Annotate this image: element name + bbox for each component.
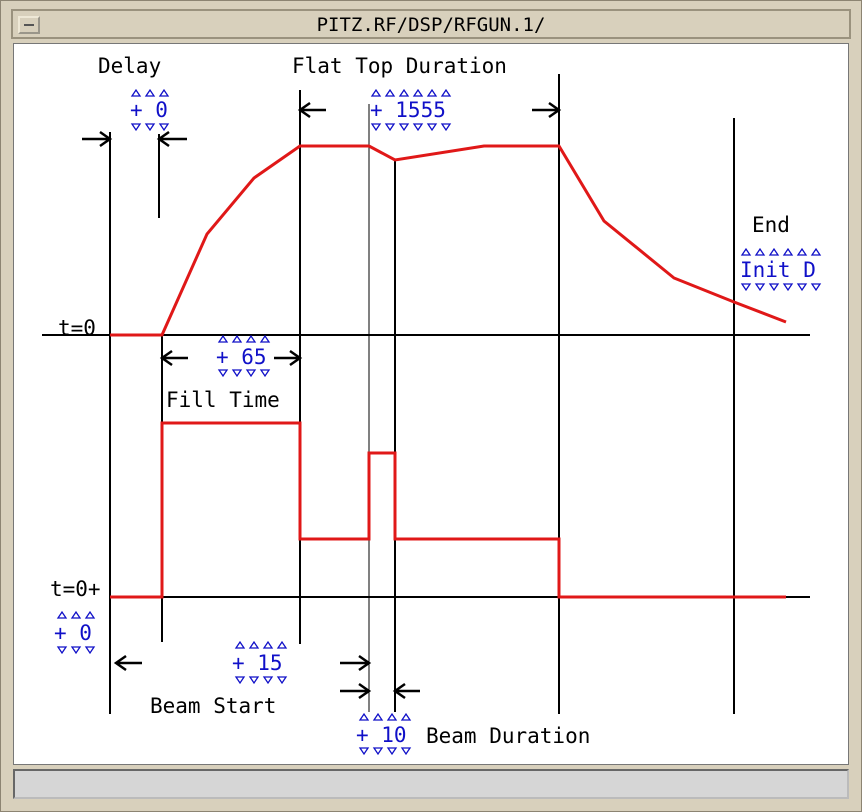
decrement-arrows-icon[interactable]: [130, 123, 170, 132]
t0-plus-value[interactable]: + 0: [54, 621, 92, 645]
decrement-arrows-icon[interactable]: [740, 283, 822, 292]
beam-duration-start-arrow-icon: [340, 682, 372, 700]
beam-duration-end-arrow-icon: [392, 682, 420, 700]
increment-arrows-icon[interactable]: [56, 610, 96, 619]
increment-arrows-icon[interactable]: [217, 334, 271, 343]
flat-top-duration-label: Flat Top Duration: [292, 54, 507, 78]
beam-duration-value[interactable]: + 10: [356, 723, 407, 747]
t0-label: t=0: [58, 316, 96, 340]
beam-start-control[interactable]: + 15: [232, 640, 288, 685]
beam-duration-control[interactable]: + 10: [356, 712, 412, 756]
status-bar: [13, 769, 849, 799]
fill-time-start-arrow-icon: [159, 349, 188, 367]
timing-diagram-canvas: Delay Flat Top Duration End t=0 t=0+ Fil…: [13, 43, 849, 765]
title-bar[interactable]: PITZ.RF/DSP/RFGUN.1/: [11, 9, 851, 39]
flat-top-start-arrow-icon: [297, 101, 326, 119]
t0-plus-control[interactable]: + 0: [54, 610, 96, 655]
beam-start-right-arrow-icon: [340, 654, 372, 672]
fill-time-control[interactable]: + 65: [216, 334, 271, 378]
decrement-arrows-icon[interactable]: [56, 646, 96, 655]
decrement-arrows-icon[interactable]: [358, 747, 412, 756]
timing-diagram: Delay Flat Top Duration End t=0 t=0+ Fil…: [42, 54, 822, 756]
window-title: PITZ.RF/DSP/RFGUN.1/: [316, 14, 546, 36]
rf-envelope-curve: [110, 144, 787, 337]
flat-top-duration-value[interactable]: + 1555: [370, 98, 446, 122]
t0-plus-label: t=0+: [50, 577, 101, 601]
end-label: End: [752, 213, 790, 237]
beam-start-value[interactable]: + 15: [232, 651, 283, 675]
flat-top-end-arrow-icon: [532, 101, 562, 119]
delay-end-arrow-icon: [156, 130, 187, 148]
fill-time-value[interactable]: + 65: [216, 345, 267, 369]
delay-start-arrow-icon: [82, 130, 113, 148]
flat-top-duration-control[interactable]: + 1555: [370, 88, 452, 132]
pulse-waveform: [110, 421, 786, 599]
window-frame: PITZ.RF/DSP/RFGUN.1/ Delay Flat Top Dura…: [0, 0, 862, 812]
delay-value-control[interactable]: + 0: [130, 88, 170, 132]
beam-duration-label: Beam Duration: [426, 724, 590, 748]
increment-arrows-icon[interactable]: [370, 88, 452, 97]
delay-value[interactable]: + 0: [130, 98, 168, 122]
increment-arrows-icon[interactable]: [130, 88, 170, 97]
end-value[interactable]: Init D: [740, 258, 816, 282]
end-control[interactable]: Init D: [740, 247, 822, 292]
fill-time-end-arrow-icon: [274, 349, 303, 367]
decrement-arrows-icon[interactable]: [370, 123, 452, 132]
beam-start-label: Beam Start: [150, 694, 276, 718]
delay-label: Delay: [98, 54, 161, 78]
decrement-arrows-icon[interactable]: [217, 369, 271, 378]
increment-arrows-icon[interactable]: [234, 640, 288, 649]
beam-start-left-arrow-icon: [113, 654, 142, 672]
decrement-arrows-icon[interactable]: [234, 676, 288, 685]
increment-arrows-icon[interactable]: [740, 247, 822, 256]
fill-time-label: Fill Time: [166, 388, 280, 412]
increment-arrows-icon[interactable]: [358, 712, 412, 721]
